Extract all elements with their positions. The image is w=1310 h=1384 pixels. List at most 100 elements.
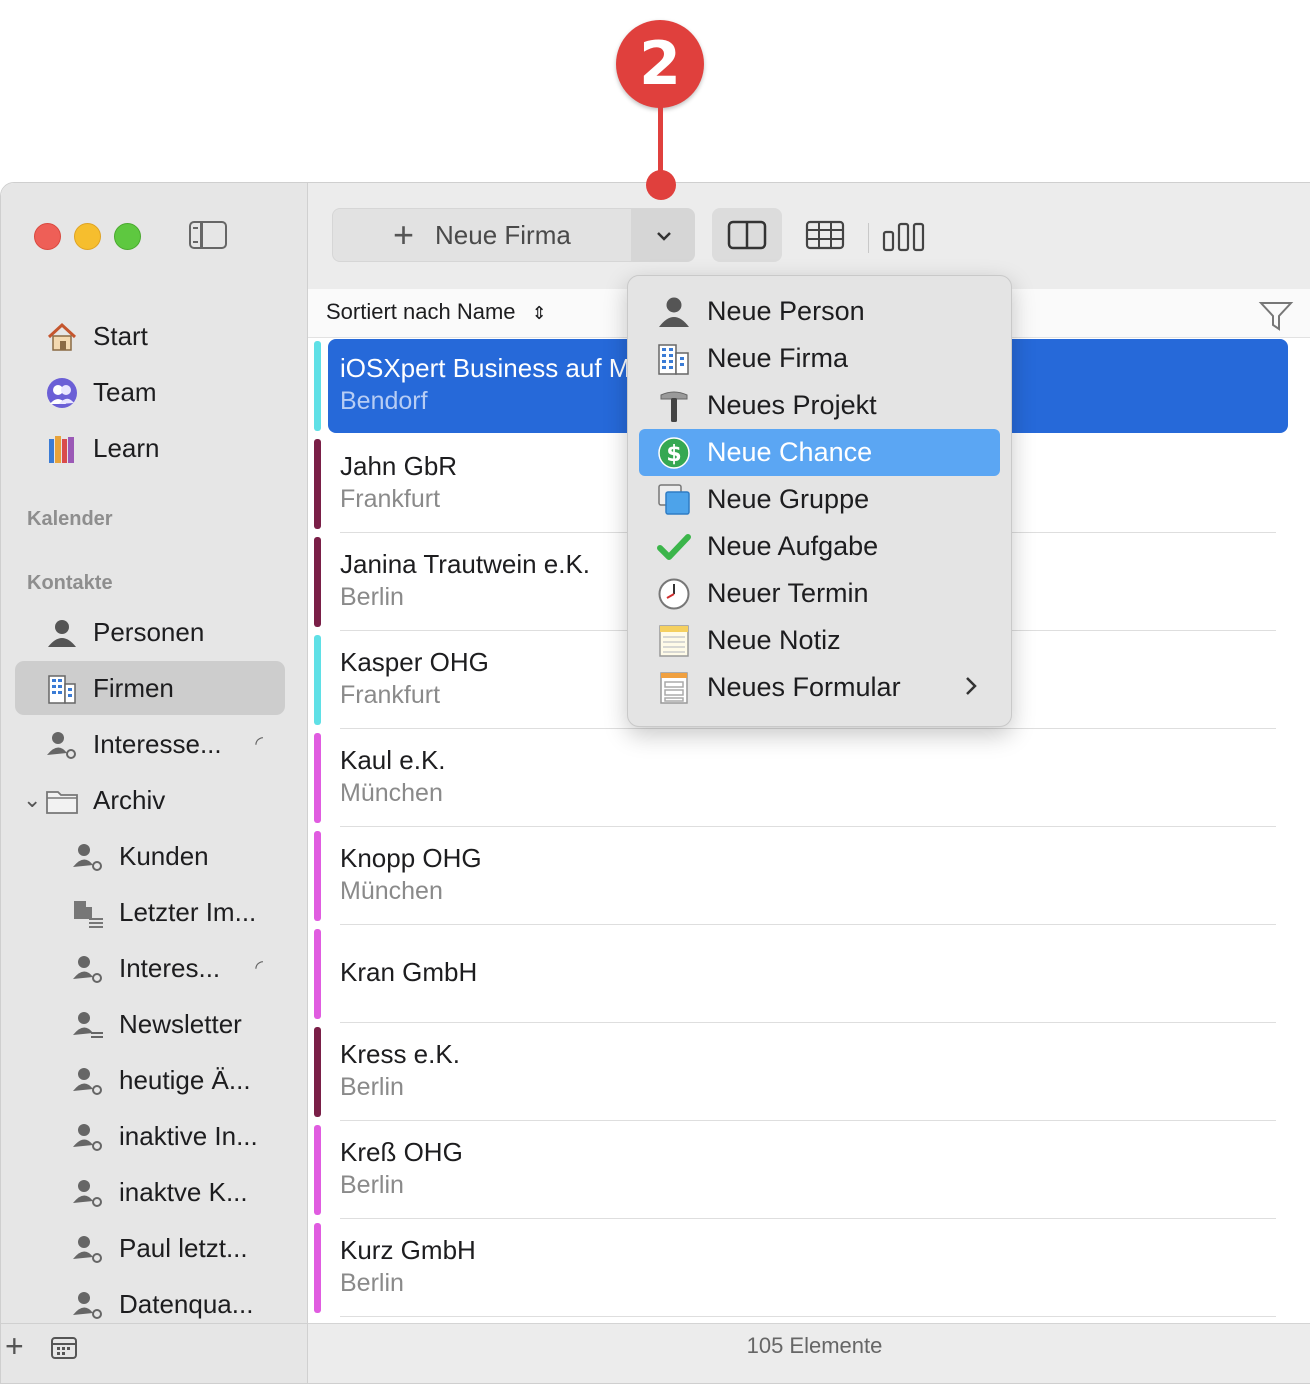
calendar-icon[interactable] bbox=[51, 1336, 77, 1365]
sidebar-item-start[interactable]: Start bbox=[15, 309, 285, 363]
new-company-button[interactable]: + Neue Firma bbox=[332, 208, 632, 262]
sidebar-item-label: Newsletter bbox=[119, 1009, 242, 1039]
sidebar-item-inaktive-interessenten[interactable]: inaktive In... bbox=[15, 1109, 285, 1163]
add-button[interactable]: + bbox=[5, 1328, 24, 1364]
list-item[interactable]: Kreß OHG Berlin bbox=[308, 1121, 1310, 1219]
sidebar-item-label: Archiv bbox=[93, 785, 166, 815]
menu-item-label: Neue Person bbox=[707, 296, 865, 326]
sidebar-item-label: Learn bbox=[93, 433, 160, 463]
sidebar-item-archiv[interactable]: ⌄ Archiv bbox=[15, 773, 285, 827]
person-icon bbox=[45, 617, 79, 649]
sidebar-item-heutige-aenderungen[interactable]: heutige Ä... bbox=[15, 1053, 285, 1107]
callout-badge: 2 bbox=[616, 20, 704, 108]
books-icon bbox=[45, 433, 79, 465]
section-header-calendar[interactable]: Kalender bbox=[27, 508, 113, 531]
color-tag bbox=[314, 341, 321, 431]
list-item[interactable]: Kurz GmbH Berlin bbox=[308, 1219, 1310, 1317]
menu-item-label: Neuer Termin bbox=[707, 578, 869, 608]
chevron-down-icon bbox=[656, 224, 672, 246]
list-item[interactable]: Kran GmbH bbox=[308, 925, 1310, 1023]
sidebar-item-team[interactable]: Team bbox=[15, 365, 285, 419]
sidebar-item-firmen[interactable]: Firmen bbox=[15, 661, 285, 715]
row-subtitle: München bbox=[340, 779, 443, 807]
sidebar-toggle-icon[interactable] bbox=[189, 221, 227, 249]
updown-chevron-icon: ⇕ bbox=[531, 303, 547, 323]
split-view-button[interactable] bbox=[712, 208, 782, 262]
sidebar-item-kunden[interactable]: Kunden bbox=[15, 829, 285, 883]
sidebar-item-label: heutige Ä... bbox=[119, 1065, 251, 1095]
minimize-window-button[interactable] bbox=[74, 223, 101, 250]
row-subtitle: Bendorf bbox=[340, 387, 428, 415]
menu-item-neuer-termin[interactable]: Neuer Termin bbox=[639, 570, 1000, 617]
row-title: Janina Trautwein e.K. bbox=[340, 549, 591, 579]
dollar-icon: $ bbox=[657, 436, 691, 470]
section-header-contacts[interactable]: Kontakte bbox=[27, 572, 113, 595]
sidebar-item-interes[interactable]: Interes... ◜ bbox=[15, 941, 285, 995]
list-item[interactable]: Knopp OHG München bbox=[308, 827, 1310, 925]
note-icon bbox=[657, 624, 691, 658]
row-title: Kreß OHG bbox=[340, 1137, 463, 1167]
menu-item-label: Neue Aufgabe bbox=[707, 531, 879, 561]
group-icon bbox=[657, 483, 691, 517]
menu-item-neues-projekt[interactable]: Neues Projekt bbox=[639, 382, 1000, 429]
row-title: Knopp OHG bbox=[340, 843, 482, 873]
row-title: Kurz GmbH bbox=[340, 1235, 476, 1265]
row-title: iOSXpert Business auf M bbox=[340, 353, 631, 383]
color-tag bbox=[314, 537, 321, 627]
new-item-dropdown-button[interactable] bbox=[632, 208, 695, 262]
chevron-down-icon[interactable]: ⌄ bbox=[23, 773, 41, 827]
row-subtitle: Berlin bbox=[340, 583, 404, 611]
menu-item-neue-gruppe[interactable]: Neue Gruppe bbox=[639, 476, 1000, 523]
shared-icon: ◜ bbox=[255, 733, 263, 755]
color-tag bbox=[314, 1125, 321, 1215]
menu-item-neue-chance[interactable]: $ Neue Chance bbox=[639, 429, 1000, 476]
filter-icon[interactable] bbox=[1258, 299, 1294, 338]
building-icon bbox=[657, 342, 691, 376]
shared-icon: ◜ bbox=[255, 957, 263, 979]
row-title: Kasper OHG bbox=[340, 647, 489, 677]
sidebar-item-paul-letzte[interactable]: Paul letzt... bbox=[15, 1221, 285, 1275]
sidebar: Start Team Learn Kalender Kontakte Perso… bbox=[1, 183, 308, 1383]
menu-item-label: Neue Chance bbox=[707, 437, 873, 467]
menu-item-neue-person[interactable]: Neue Person bbox=[639, 288, 1000, 335]
table-view-button[interactable] bbox=[800, 208, 870, 262]
sort-selector[interactable]: Sortiert nach Name ⇕ bbox=[326, 299, 547, 325]
sidebar-item-personen[interactable]: Personen bbox=[15, 605, 285, 659]
sidebar-item-interesse[interactable]: Interesse... ◜ bbox=[15, 717, 285, 771]
zoom-window-button[interactable] bbox=[114, 223, 141, 250]
row-subtitle: Berlin bbox=[340, 1171, 404, 1199]
list-item[interactable]: Kress e.K. Berlin bbox=[308, 1023, 1310, 1121]
sidebar-item-newsletter[interactable]: Newsletter bbox=[15, 997, 285, 1051]
row-title: Kaul e.K. bbox=[340, 745, 446, 775]
sidebar-item-learn[interactable]: Learn bbox=[15, 421, 285, 475]
smart-group-icon bbox=[71, 1177, 105, 1209]
sidebar-item-label: Start bbox=[93, 321, 148, 351]
menu-item-label: Neue Firma bbox=[707, 343, 849, 373]
chevron-right-icon bbox=[964, 664, 978, 711]
menu-item-neue-notiz[interactable]: Neue Notiz bbox=[639, 617, 1000, 664]
smart-group-icon bbox=[71, 1289, 105, 1321]
color-tag bbox=[314, 1223, 321, 1313]
menu-item-neue-aufgabe[interactable]: Neue Aufgabe bbox=[639, 523, 1000, 570]
sidebar-item-label: inaktve K... bbox=[119, 1177, 248, 1207]
sidebar-item-inaktive-kunden[interactable]: inaktve K... bbox=[15, 1165, 285, 1219]
form-icon bbox=[657, 671, 691, 705]
row-subtitle: Frankfurt bbox=[340, 485, 441, 513]
sidebar-item-label: Team bbox=[93, 377, 157, 407]
list-item[interactable]: Kaul e.K. München bbox=[308, 729, 1310, 827]
folder-icon bbox=[45, 785, 79, 817]
color-tag bbox=[314, 635, 321, 725]
sidebar-item-label: Paul letzt... bbox=[119, 1233, 248, 1263]
close-window-button[interactable] bbox=[34, 223, 61, 250]
company-list-icon bbox=[71, 897, 105, 929]
sidebar-item-letzter-import[interactable]: Letzter Im... bbox=[15, 885, 285, 939]
smart-group-icon bbox=[71, 1233, 105, 1265]
toolbar: + Neue Firma bbox=[308, 183, 1310, 290]
menu-item-neue-firma[interactable]: Neue Firma bbox=[639, 335, 1000, 382]
building-icon bbox=[45, 673, 79, 705]
sidebar-item-label: Interes... bbox=[119, 953, 221, 983]
menu-item-label: Neue Gruppe bbox=[707, 484, 870, 514]
kanban-view-button[interactable] bbox=[878, 208, 948, 262]
house-icon bbox=[45, 321, 79, 353]
menu-item-neues-formular[interactable]: Neues Formular bbox=[639, 664, 1000, 711]
